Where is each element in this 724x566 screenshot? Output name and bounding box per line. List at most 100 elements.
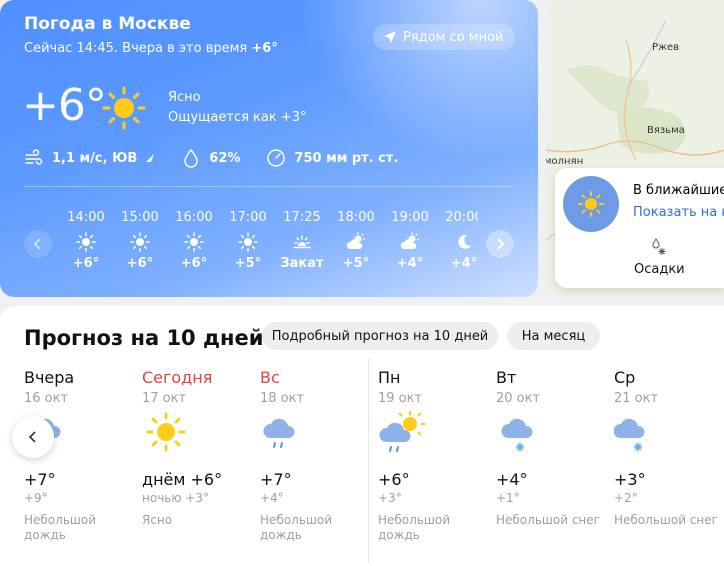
day-date: 17 окт xyxy=(142,391,187,406)
page-title: Погода в Москве xyxy=(24,14,191,34)
weather-metrics: 1,1 м/с, ЮВ 62% 750 мм рт. ст. xyxy=(24,148,398,168)
humidity-drop-icon xyxy=(184,148,199,168)
hour-item: 17:00 +5° xyxy=(220,210,276,271)
nowcast-sun-badge xyxy=(563,176,619,232)
day-name: Сегодня xyxy=(142,368,213,387)
hour-time: 18:00 xyxy=(337,210,375,225)
sun-icon xyxy=(58,232,114,254)
wind-direction-icon xyxy=(146,154,155,162)
hour-item: 19:00 +4° xyxy=(382,210,438,271)
ten-day-forecast: Прогноз на 10 дней Подробный прогноз на … xyxy=(0,306,724,566)
pressure-value: 750 мм рт. ст. xyxy=(294,150,399,166)
nowcast-card[interactable]: В ближайшие Показать на ка Осадки xyxy=(555,168,724,288)
moon-icon xyxy=(436,232,478,254)
pressure-metric: 750 мм рт. ст. xyxy=(266,148,398,168)
day-description: Небольшой дождь xyxy=(24,513,97,542)
chevron-left-icon xyxy=(33,238,41,250)
sun-icon xyxy=(578,191,604,217)
wind-value: 1,1 м/с, ЮВ xyxy=(52,150,138,166)
hour-temp: +6° xyxy=(180,256,208,271)
hour-item: 18:00 +5° xyxy=(328,210,384,271)
forecast-day[interactable]: Пн 19 окт +6° +3° Небольшой дождь xyxy=(378,368,488,543)
hour-item: 14:00 +6° xyxy=(58,210,114,271)
snow-cloud-icon xyxy=(496,410,606,460)
current-temperature: +6° xyxy=(22,80,107,131)
day-description: Ясно xyxy=(142,513,173,527)
hour-temp: +6° xyxy=(72,256,100,271)
hour-item: 16:00 +6° xyxy=(166,210,222,271)
day-description: Небольшой дождь xyxy=(260,513,333,542)
hero-subtitle: Сейчас 14:45. Вчера в это время +6° xyxy=(24,41,278,56)
pressure-gauge-icon xyxy=(267,149,286,167)
subtitle-text: Сейчас 14:45. Вчера в это время xyxy=(24,41,248,56)
wind-icon xyxy=(25,149,43,165)
hour-item: 15:00 +6° xyxy=(112,210,168,271)
night-temp: +4° xyxy=(260,491,284,505)
day-date: 20 окт xyxy=(496,391,541,406)
show-on-map-link[interactable]: Показать на ка xyxy=(633,205,724,220)
month-forecast-button[interactable]: На месяц xyxy=(507,322,600,350)
night-temp: +1° xyxy=(496,491,520,505)
night-temp: +3° xyxy=(378,491,402,505)
night-temp: ночью +3° xyxy=(142,491,209,505)
sun-icon xyxy=(220,232,276,254)
forecast-title: Прогноз на 10 дней xyxy=(24,326,264,350)
sun-icon xyxy=(102,86,146,130)
hour-time: 17:25 xyxy=(283,210,321,225)
day-temp: днём +6° xyxy=(142,470,223,489)
forecast-prev-button[interactable] xyxy=(12,416,54,458)
precipitation-icon xyxy=(652,238,666,255)
snow-cloud-icon xyxy=(613,410,724,460)
map-city-label: молнян xyxy=(546,156,584,167)
hour-temp: +5° xyxy=(234,256,262,271)
day-temp: +4° xyxy=(496,470,528,489)
cloud-sun-icon xyxy=(382,232,438,254)
day-temp: +7° xyxy=(24,470,56,489)
location-arrow-icon xyxy=(384,31,396,43)
hour-time: 14:00 xyxy=(67,210,105,225)
day-name: Ср xyxy=(614,368,636,387)
sun-icon xyxy=(166,232,222,254)
humidity-metric: 62% xyxy=(181,148,240,168)
forecast-day[interactable]: Вт 20 окт +4° +1° Небольшой снег xyxy=(496,368,606,528)
day-temp: +7° xyxy=(260,470,292,489)
current-weather-card: Погода в Москве Сейчас 14:45. Вчера в эт… xyxy=(0,0,538,297)
cloud-sun-icon xyxy=(328,232,384,254)
map-city-label: Ржев xyxy=(652,42,680,53)
yesterday-temp: +6° xyxy=(251,41,278,56)
day-description: Небольшой снег xyxy=(496,513,600,527)
hour-time: 15:00 xyxy=(121,210,159,225)
condition-text: Ясно xyxy=(168,90,201,105)
chevron-left-icon xyxy=(28,431,36,443)
forecast-day[interactable]: Вс 18 окт +7° +4° Небольшой дождь xyxy=(260,368,370,543)
humidity-value: 62% xyxy=(209,150,241,166)
night-temp: +9° xyxy=(24,491,48,505)
feels-like-text: Ощущается как +3° xyxy=(168,110,307,125)
nearby-label: Рядом со мной xyxy=(403,29,504,45)
day-name: Пн xyxy=(378,368,401,387)
hour-item: 17:25 Закат xyxy=(274,210,330,271)
hour-time: 20:00 xyxy=(445,210,478,225)
day-name: Вс xyxy=(260,368,280,387)
sunset-icon xyxy=(274,232,330,254)
hourly-next-button[interactable] xyxy=(486,230,514,258)
map-city-label: Вязьма xyxy=(647,125,685,136)
forecast-day[interactable]: Ср 21 окт +3° +2° Небольшой снег xyxy=(613,368,724,528)
detailed-forecast-button[interactable]: Подробный прогноз на 10 дней xyxy=(262,322,498,350)
forecast-day[interactable]: Сегодня 17 окт днём +6° ночью +3° Ясно xyxy=(142,368,252,528)
sun-icon xyxy=(112,232,168,254)
day-name: Вчера xyxy=(24,368,75,387)
hour-time: 17:00 xyxy=(229,210,267,225)
day-date: 16 окт xyxy=(24,391,69,406)
hour-temp: Закат xyxy=(280,256,324,271)
hour-temp: +6° xyxy=(126,256,154,271)
hour-time: 16:00 xyxy=(175,210,213,225)
sun-cloud-rain-icon xyxy=(378,410,488,460)
day-name: Вт xyxy=(496,368,517,387)
day-description: Небольшой дождь xyxy=(378,513,451,542)
nearby-button[interactable]: Рядом со мной xyxy=(373,24,516,50)
hour-temp: +4° xyxy=(450,256,478,271)
hero-divider xyxy=(24,186,514,187)
hourly-prev-button[interactable] xyxy=(24,230,52,258)
night-temp: +2° xyxy=(614,491,638,505)
